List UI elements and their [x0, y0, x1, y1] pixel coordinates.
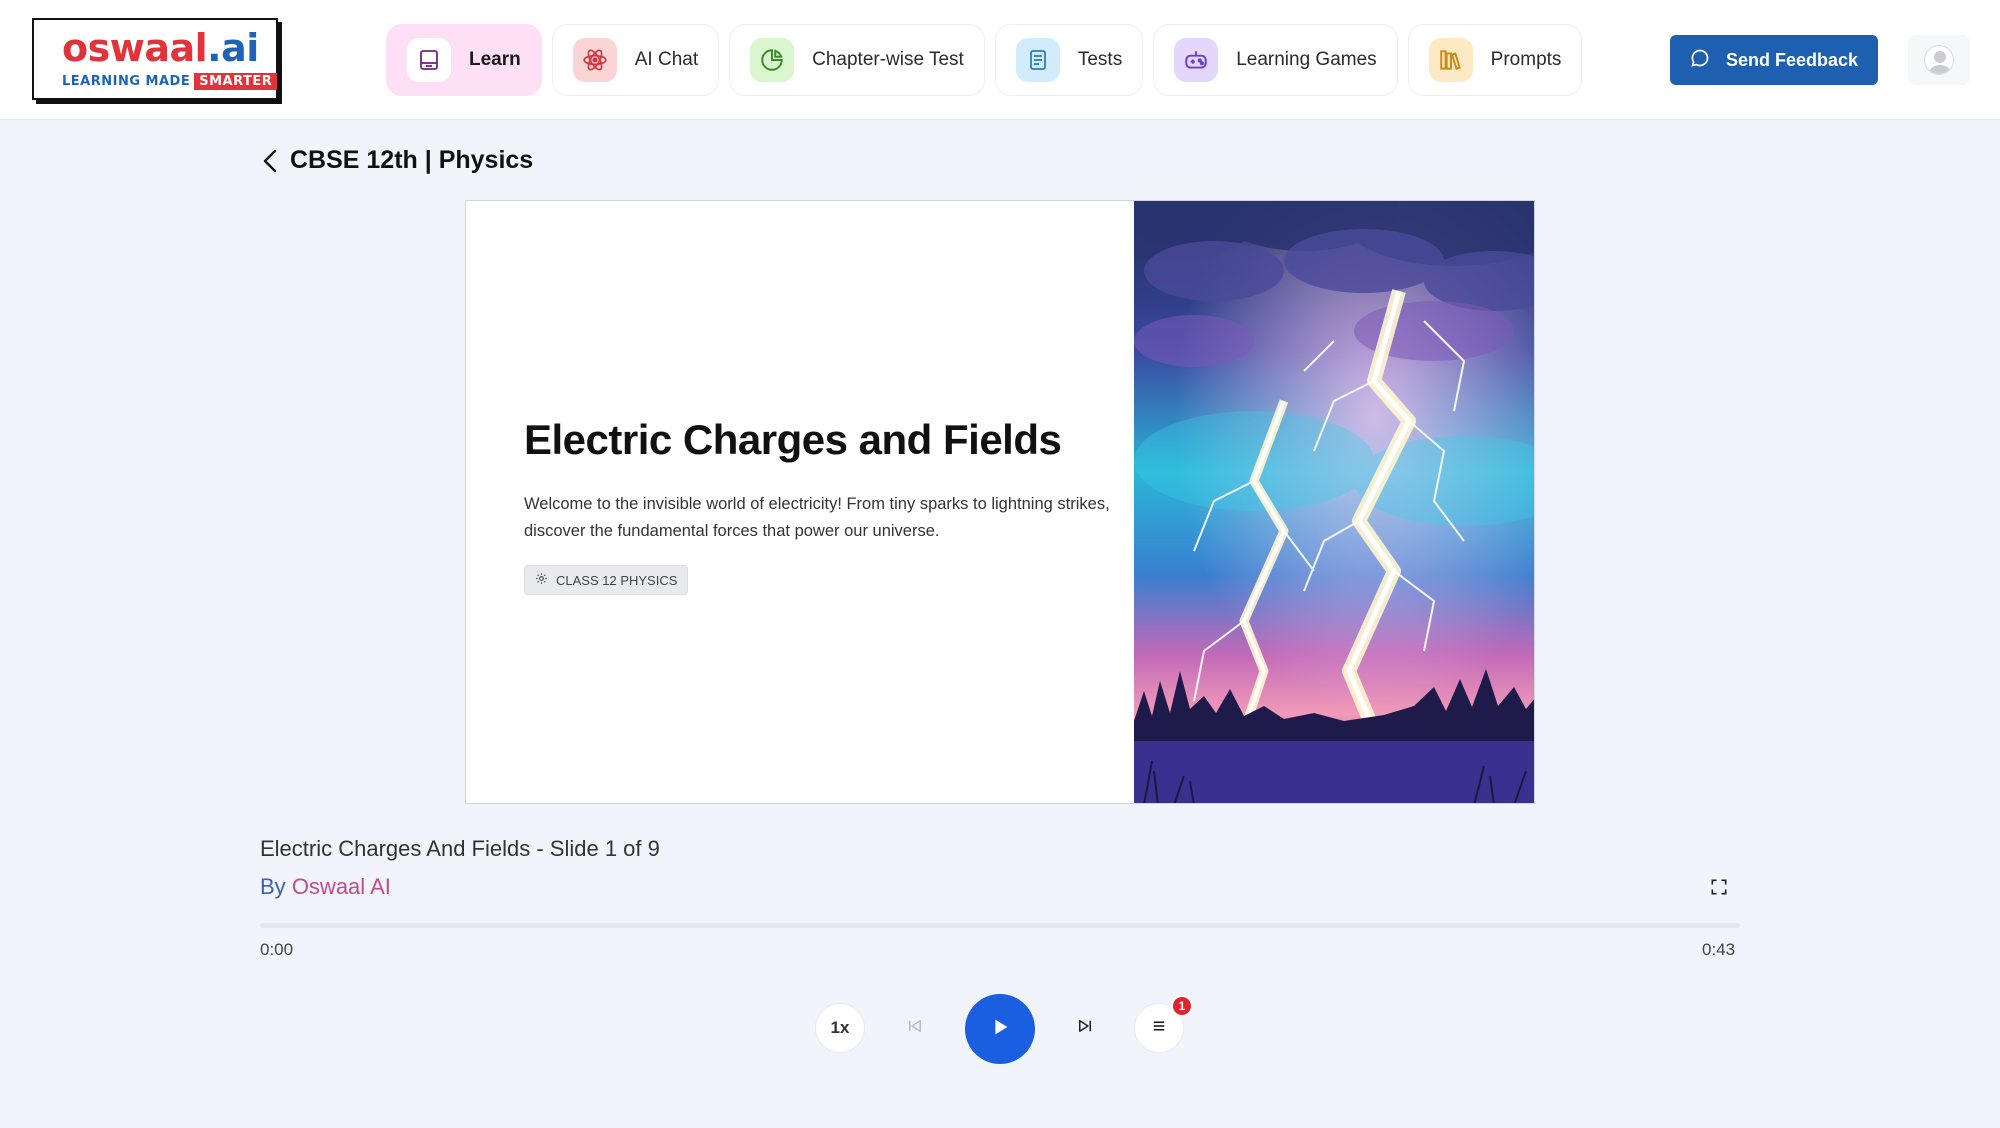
nav-learning-games[interactable]: Learning Games [1153, 24, 1398, 96]
logo-tagline: LEARNING MADE SMARTER [62, 72, 278, 92]
nav-chapter-wise-test[interactable]: Chapter-wise Test [729, 24, 985, 96]
skip-next-icon [1076, 1017, 1094, 1040]
nav-tests[interactable]: Tests [994, 24, 1144, 96]
nav-label: AI Chat [634, 49, 699, 70]
logo-text-ai: .ai [207, 26, 259, 70]
skip-previous-icon [906, 1017, 924, 1040]
nav-label: Prompts [1490, 49, 1562, 70]
next-slide-button[interactable] [1060, 1003, 1110, 1053]
nav-label: Learning Games [1236, 49, 1377, 70]
page-title: CBSE 12th | Physics [290, 146, 534, 174]
user-menu[interactable] [1908, 35, 1970, 85]
avatar [1924, 45, 1954, 75]
nav-label: Tests [1077, 49, 1123, 70]
previous-slide-button[interactable] [890, 1003, 940, 1053]
nav-prompts[interactable]: Prompts [1407, 24, 1583, 96]
send-feedback-label: Send Feedback [1725, 49, 1859, 70]
playlist-count-badge: 1 [1171, 995, 1193, 1017]
playback-speed-button[interactable]: 1x [815, 1003, 865, 1053]
nav-label: Chapter-wise Test [812, 49, 964, 70]
nav-label: Learn [469, 49, 521, 70]
book-icon [407, 38, 451, 82]
play-icon [989, 1016, 1011, 1043]
send-feedback-button[interactable]: Send Feedback [1670, 35, 1878, 85]
top-header: oswaal.ai LEARNING MADE SMARTER Learn AI … [0, 0, 2000, 120]
gear-icon [535, 572, 548, 588]
logo-tagline-highlight: SMARTER [194, 73, 278, 90]
oswaal-logo[interactable]: oswaal.ai LEARNING MADE SMARTER [32, 18, 278, 100]
atom-icon [572, 38, 617, 82]
current-time: 0:00 [260, 940, 294, 959]
nav-learn[interactable]: Learn [386, 24, 542, 96]
nav-ai-chat[interactable]: AI Chat [551, 24, 720, 96]
fullscreen-icon [1709, 877, 1729, 902]
class-badge: CLASS 12 PHYSICS [524, 565, 689, 595]
main-nav: Learn AI Chat Chapter-wise Test Tests Le… [386, 24, 1583, 96]
play-button[interactable] [965, 994, 1035, 1064]
slide-text-panel: Electric Charges and Fields Welcome to t… [524, 415, 1114, 595]
chat-bubble-icon [1690, 48, 1710, 73]
slide-description: Welcome to the invisible world of electr… [524, 495, 1110, 540]
fullscreen-button[interactable] [1702, 872, 1736, 906]
menu-icon [1150, 1017, 1168, 1040]
back-arrow-icon[interactable] [260, 148, 282, 174]
document-icon [1015, 38, 1060, 82]
class-badge-label: CLASS 12 PHYSICS [556, 572, 678, 588]
progress-bar[interactable] [260, 923, 1740, 928]
slide-title: Electric Charges and Fields [524, 416, 1062, 463]
total-time: 0:43 [1702, 940, 1736, 959]
author-prefix: By [260, 874, 286, 899]
media-author: By Oswaal AI [260, 874, 391, 900]
lightning-storm-illustration [1094, 201, 1534, 803]
gamepad-icon [1174, 38, 1219, 82]
books-icon [1428, 38, 1473, 82]
chart-icon [750, 38, 795, 82]
logo-tagline-text: LEARNING MADE [62, 74, 191, 89]
author-name: Oswaal AI [291, 874, 391, 899]
logo-text-oswaal: oswaal [62, 26, 208, 70]
media-title: Electric Charges And Fields - Slide 1 of… [260, 836, 660, 861]
slide-viewer: Electric Charges and Fields Welcome to t… [465, 200, 1535, 804]
logo-wordmark: oswaal.ai [62, 26, 259, 70]
